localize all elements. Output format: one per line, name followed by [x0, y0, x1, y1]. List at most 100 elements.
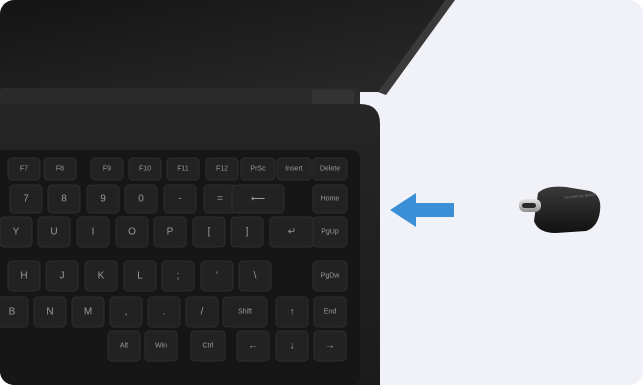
key-label: K — [98, 271, 105, 282]
key-label: N — [46, 307, 53, 318]
key-label: I — [92, 227, 95, 238]
arrow-left-icon — [390, 193, 454, 227]
key-label: ] — [246, 227, 249, 238]
key: Win — [144, 330, 178, 362]
key: End — [313, 296, 347, 328]
key: F7 — [7, 157, 41, 181]
key-label: \ — [254, 271, 257, 282]
key-label: Y — [13, 227, 20, 238]
key-label: Shift — [238, 309, 252, 316]
key: I — [76, 216, 110, 248]
key: F10 — [128, 157, 162, 181]
key: [ — [192, 216, 226, 248]
key: ; — [161, 260, 195, 292]
key: F11 — [166, 157, 200, 181]
key-label: / — [201, 307, 204, 318]
key-label: ; — [177, 271, 180, 282]
key-label: → — [325, 341, 335, 352]
key-label: ↵ — [288, 227, 296, 238]
key-label: 7 — [23, 194, 29, 205]
key-label: PrSc — [250, 166, 266, 173]
key: Delete — [312, 157, 348, 181]
key-label: O — [128, 227, 136, 238]
key-label: . — [163, 307, 166, 318]
laptop-screen — [0, 0, 446, 92]
key: F8 — [43, 157, 77, 181]
key-label: F12 — [216, 166, 228, 173]
key: Home — [312, 184, 348, 214]
key: B — [0, 296, 29, 328]
key-label: J — [60, 271, 65, 282]
key-label: Insert — [285, 166, 303, 173]
key-label: Win — [155, 343, 167, 350]
key-label: P — [167, 227, 174, 238]
key: Shift — [222, 296, 268, 328]
key-label: F9 — [103, 166, 111, 173]
key: ⟵ — [231, 184, 285, 214]
key: \ — [238, 260, 272, 292]
key-label: 0 — [138, 194, 144, 205]
key-label: - — [178, 194, 181, 205]
key: PgDw — [312, 260, 348, 292]
key: L — [123, 260, 157, 292]
key: - — [163, 184, 197, 214]
key: Insert — [276, 157, 312, 181]
key-label: ' — [216, 271, 218, 282]
key-label: 8 — [61, 194, 67, 205]
key-label: ⟵ — [251, 194, 265, 205]
key: ' — [200, 260, 234, 292]
key-label: ← — [248, 341, 258, 352]
usb-c-adapter: TECHNICAL BRAIN — [519, 186, 601, 233]
key-label: F11 — [177, 166, 189, 173]
key: U — [37, 216, 71, 248]
key-label: F8 — [56, 166, 64, 173]
key: Ctrl — [190, 330, 226, 362]
key: PrSc — [240, 157, 276, 181]
key: ] — [230, 216, 264, 248]
key: K — [84, 260, 118, 292]
key: ↓ — [275, 330, 309, 362]
key-label: = — [217, 194, 223, 205]
key: N — [33, 296, 67, 328]
key: PgUp — [312, 216, 348, 248]
key: F9 — [90, 157, 124, 181]
key-label: F10 — [139, 166, 151, 173]
key: , — [109, 296, 143, 328]
key: 0 — [124, 184, 158, 214]
key-label: F7 — [20, 166, 28, 173]
key: F12 — [205, 157, 239, 181]
key-label: M — [84, 307, 92, 318]
key-label: PgUp — [321, 229, 339, 236]
key: → — [313, 330, 347, 362]
key: / — [185, 296, 219, 328]
key-label: L — [137, 271, 143, 282]
key: ↵ — [269, 216, 315, 248]
key: 9 — [86, 184, 120, 214]
key-label: 9 — [100, 194, 106, 205]
key: O — [115, 216, 149, 248]
key: M — [71, 296, 105, 328]
key-label: [ — [208, 227, 211, 238]
key-label: Alt — [120, 343, 128, 350]
key: H — [7, 260, 41, 292]
key-label: ↓ — [290, 341, 295, 352]
key-label: B — [9, 307, 16, 318]
key-label: Delete — [320, 166, 340, 173]
key: 7 — [9, 184, 43, 214]
key: 8 — [47, 184, 81, 214]
key: Alt — [107, 330, 141, 362]
key: ↑ — [275, 296, 309, 328]
key-label: End — [324, 309, 337, 316]
key-label: H — [20, 271, 27, 282]
key-label: PgDw — [321, 273, 341, 280]
key: J — [45, 260, 79, 292]
key-label: ↑ — [290, 307, 295, 318]
key: Y — [0, 216, 33, 248]
key-label: Home — [321, 196, 340, 203]
key: ← — [236, 330, 270, 362]
key: = — [203, 184, 237, 214]
key: P — [153, 216, 187, 248]
product-scene: F7 F8 F9 F10 F11 F12 PrSc Insert Delete 7 8 9 0 - = ⟵ Ho… — [0, 0, 643, 385]
key-label: U — [50, 227, 57, 238]
key-label: , — [125, 307, 128, 318]
